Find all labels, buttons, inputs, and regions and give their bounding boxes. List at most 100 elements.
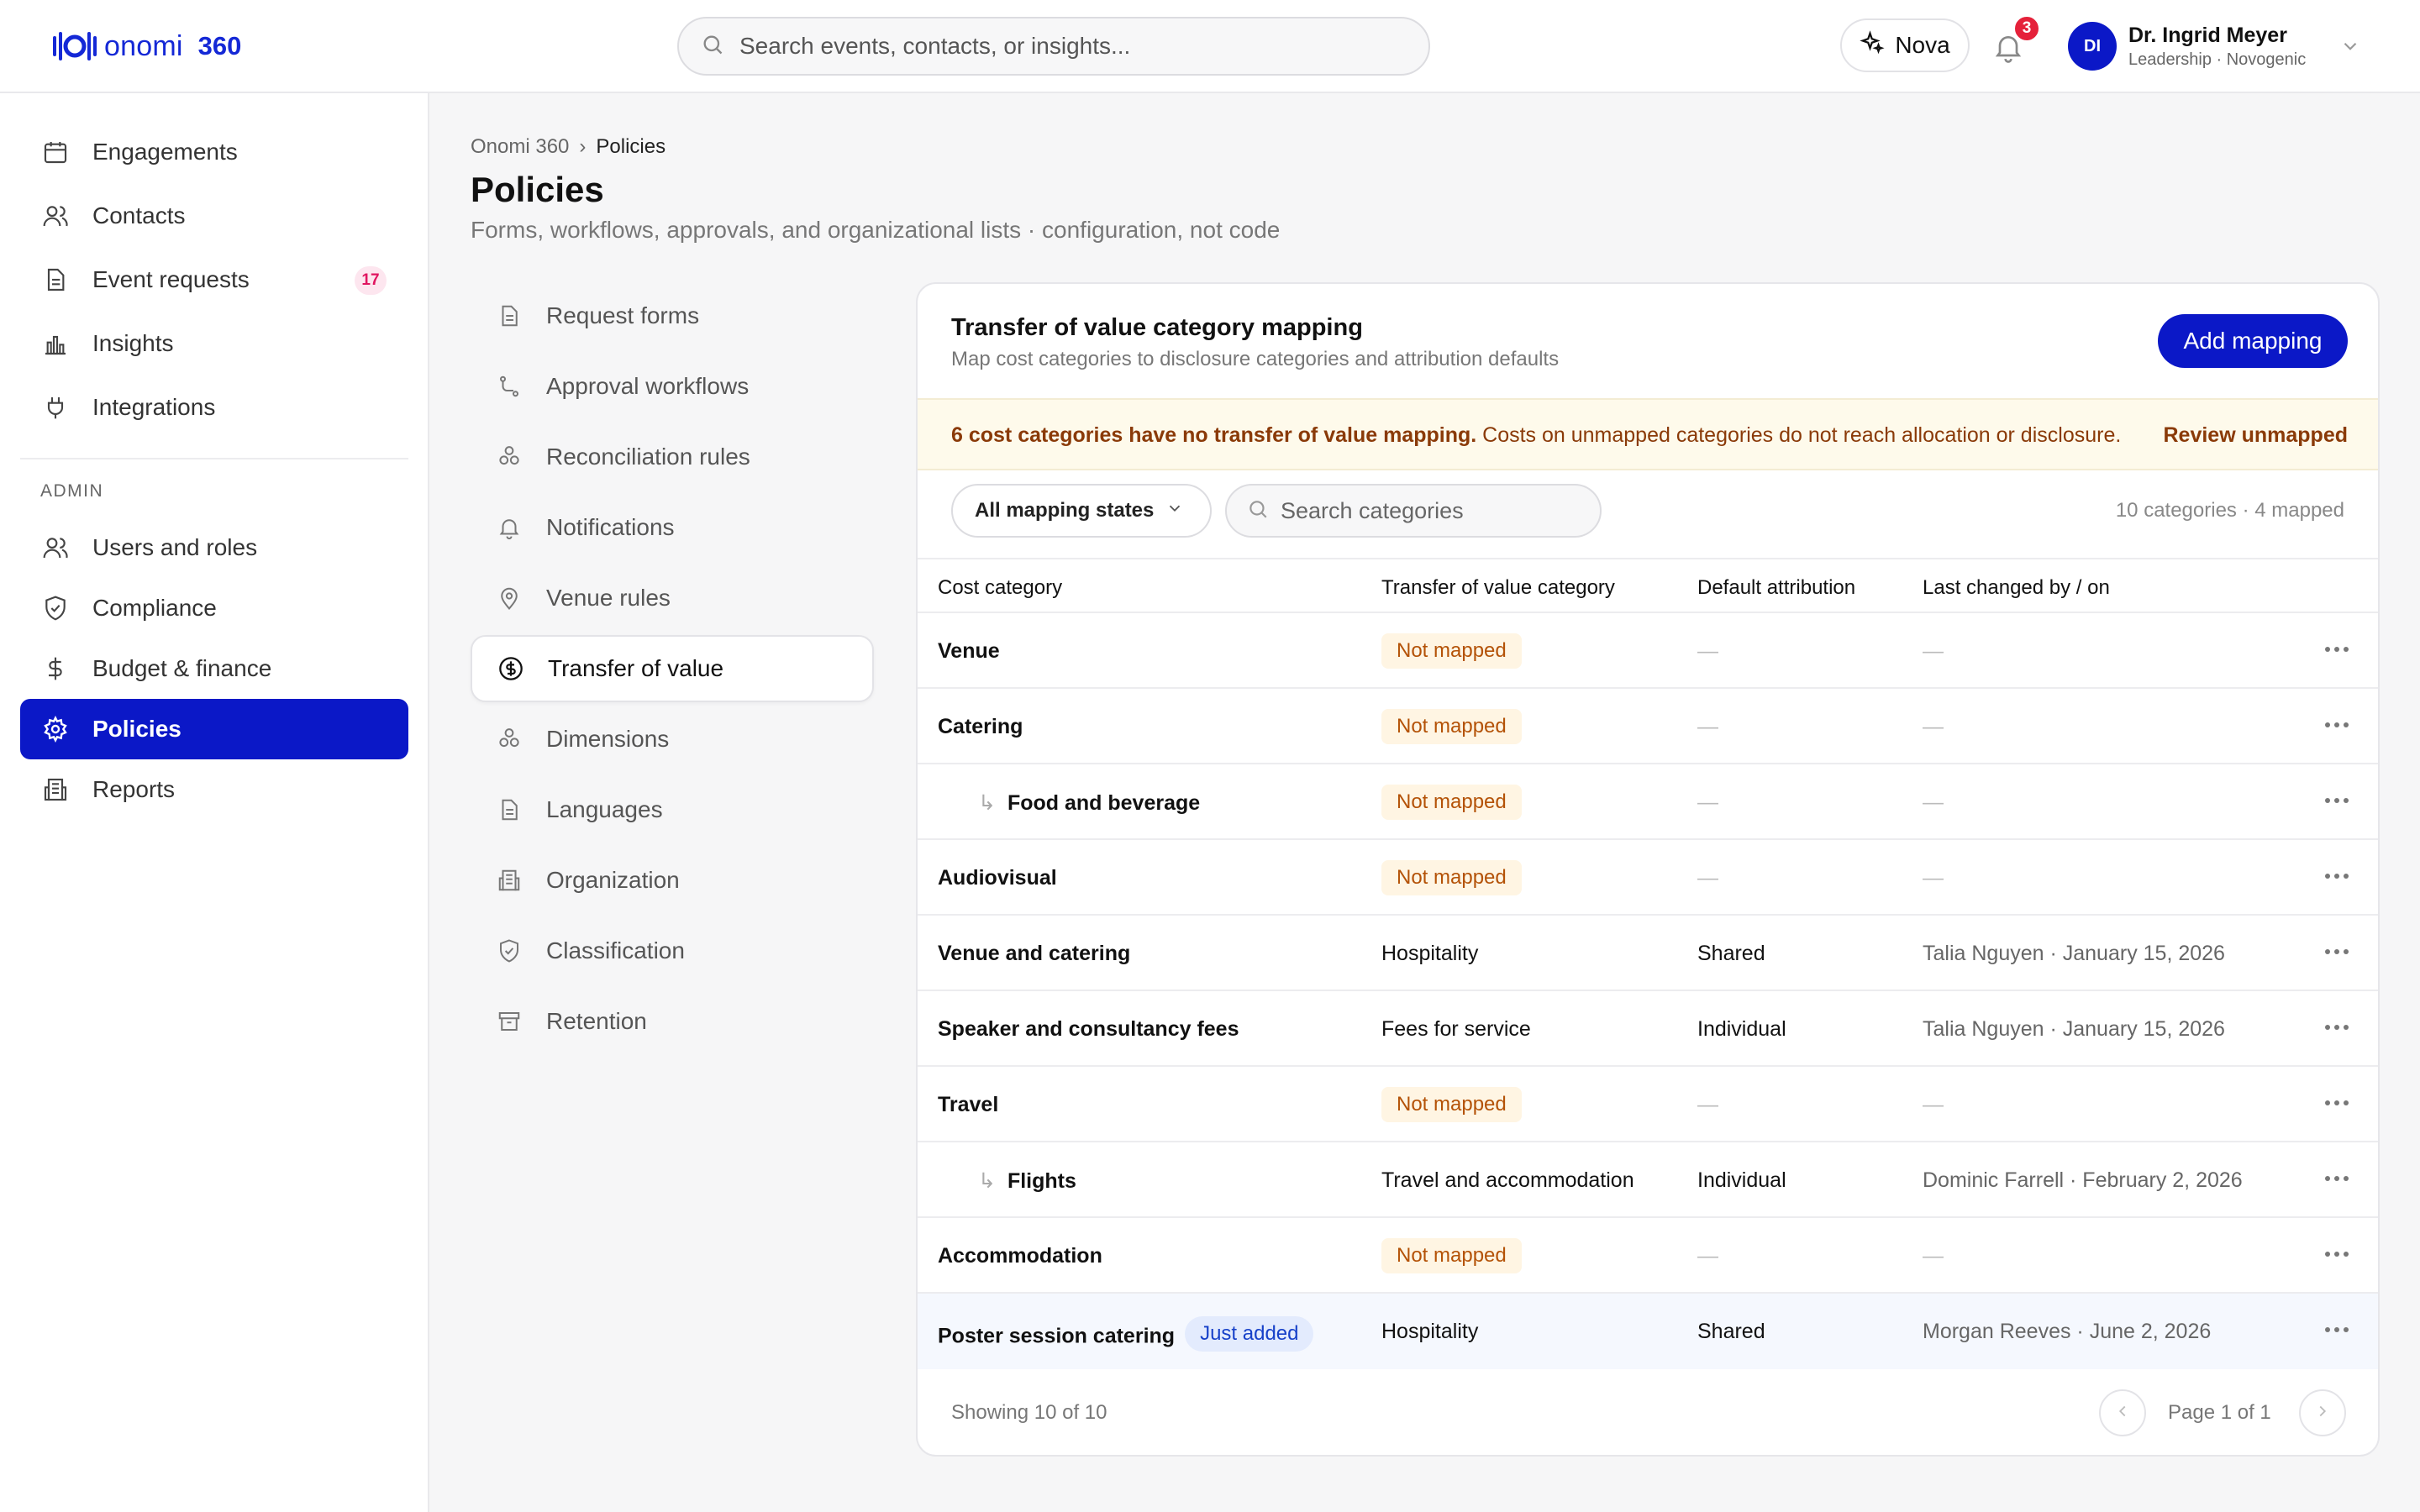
- subnav-request-forms[interactable]: Request forms: [471, 282, 874, 349]
- page-subtitle: Forms, workflows, approvals, and organiz…: [471, 217, 1281, 243]
- more-actions-icon[interactable]: [2323, 637, 2351, 662]
- gear-icon: [40, 714, 71, 744]
- sidebar-item-users-and-roles[interactable]: Users and roles: [20, 517, 408, 578]
- top-bar: onomi 360 Nova 3 DI Dr. Ingrid Meyer Lea…: [0, 0, 2420, 93]
- more-actions-icon[interactable]: [2323, 864, 2351, 889]
- blocks-icon: [494, 442, 524, 472]
- breadcrumb-root[interactable]: Onomi 360: [471, 135, 569, 159]
- add-mapping-button[interactable]: Add mapping: [2158, 314, 2348, 368]
- subnav-languages[interactable]: Languages: [471, 776, 874, 843]
- subnav-reconciliation-rules[interactable]: Reconciliation rules: [471, 423, 874, 491]
- table-header: Cost category Transfer of value category…: [918, 558, 2378, 613]
- more-actions-icon[interactable]: [2323, 1242, 2351, 1267]
- user-role: Leadership · Novogenic: [2128, 50, 2307, 69]
- table-row[interactable]: Catering Not mapped — —: [918, 689, 2378, 764]
- subnav-notifications[interactable]: Notifications: [471, 494, 874, 561]
- blocks-icon: [494, 724, 524, 754]
- last-changed-cell: —: [1923, 715, 1944, 738]
- nova-label: Nova: [1895, 32, 1950, 58]
- sidebar-item-policies[interactable]: Policies: [20, 699, 408, 759]
- sidebar-section-label: ADMIN: [40, 481, 104, 501]
- count-badge: 17: [355, 266, 387, 295]
- mapping-state-filter[interactable]: All mapping states: [951, 484, 1212, 538]
- cost-category-name: Speaker and consultancy fees: [938, 1017, 1239, 1041]
- filter-label: All mapping states: [975, 499, 1155, 522]
- last-changed-cell: Morgan Reeves · June 2, 2026: [1923, 1320, 2212, 1343]
- more-actions-icon[interactable]: [2323, 1015, 2351, 1040]
- subnav-label: Retention: [546, 1008, 647, 1034]
- table-row[interactable]: ↳ Food and beverage Not mapped — —: [918, 764, 2378, 840]
- cost-category-cell: Travel: [938, 1093, 998, 1117]
- subnav-dimensions[interactable]: Dimensions: [471, 706, 874, 773]
- table-row[interactable]: Speaker and consultancy fees Fees for ser…: [918, 991, 2378, 1067]
- sidebar-item-label: Compliance: [92, 595, 217, 621]
- more-actions-icon[interactable]: [2323, 712, 2351, 738]
- sidebar-item-label: Engagements: [92, 139, 238, 165]
- search-input[interactable]: [739, 33, 1395, 60]
- global-search[interactable]: [677, 17, 1430, 76]
- category-search-input[interactable]: [1281, 497, 1600, 524]
- tov-category-cell: Hospitality: [1381, 942, 1479, 965]
- subnav-retention[interactable]: Retention: [471, 988, 874, 1055]
- more-actions-icon[interactable]: [2323, 1166, 2351, 1191]
- column-header[interactable]: Cost category: [938, 576, 1062, 600]
- subnav-venue-rules[interactable]: Venue rules: [471, 564, 874, 632]
- table-row[interactable]: Venue and catering Hospitality Shared Talia…: [918, 916, 2378, 991]
- more-actions-icon[interactable]: [2323, 939, 2351, 964]
- page-title: Policies: [471, 170, 604, 209]
- warning-detail: Costs on unmapped categories do not reac…: [1476, 423, 2122, 447]
- table-row[interactable]: Travel Not mapped — —: [918, 1067, 2378, 1142]
- sidebar-item-label: Integrations: [92, 394, 216, 420]
- sidebar-item-reports[interactable]: Reports: [20, 759, 408, 820]
- table-row[interactable]: Accommodation Not mapped — —: [918, 1218, 2378, 1294]
- review-unmapped-link[interactable]: Review unmapped: [2164, 423, 2349, 448]
- subnav-approval-workflows[interactable]: Approval workflows: [471, 353, 874, 420]
- sidebar-item-budget-finance[interactable]: Budget & finance: [20, 638, 408, 699]
- shield-check-icon: [40, 593, 71, 623]
- nova-button[interactable]: Nova: [1840, 18, 1970, 72]
- sidebar-item-insights[interactable]: Insights: [20, 313, 408, 374]
- default-attribution-cell: —: [1697, 639, 1718, 663]
- subnav-organization[interactable]: Organization: [471, 847, 874, 914]
- more-actions-icon[interactable]: [2323, 1317, 2351, 1342]
- category-search[interactable]: [1225, 484, 1602, 538]
- cost-category-name: Accommodation: [938, 1244, 1102, 1268]
- not-mapped-badge: Not mapped: [1381, 709, 1522, 744]
- sidebar-item-label: Event requests: [92, 266, 250, 292]
- prev-page-button[interactable]: [2099, 1389, 2146, 1436]
- archive-icon: [494, 1006, 524, 1037]
- table-row[interactable]: ↳ Flights Travel and accommodation Individu…: [918, 1142, 2378, 1218]
- next-page-button[interactable]: [2299, 1389, 2346, 1436]
- last-changed-cell: Dominic Farrell · February 2, 2026: [1923, 1168, 2243, 1192]
- table-row[interactable]: Poster session catering Just added Hospita…: [918, 1294, 2378, 1369]
- last-changed-cell: —: [1923, 1244, 1944, 1268]
- sidebar-item-label: Users and roles: [92, 534, 258, 560]
- subnav-transfer-of-value[interactable]: Transfer of value: [471, 635, 874, 702]
- subnav-classification[interactable]: Classification: [471, 917, 874, 984]
- cost-category-cell: ↳ Food and beverage: [978, 790, 1200, 816]
- bell-icon: [494, 512, 524, 543]
- table-row[interactable]: Venue Not mapped — —: [918, 613, 2378, 689]
- avatar[interactable]: DI: [2068, 22, 2117, 71]
- column-header[interactable]: Last changed by / on: [1923, 576, 2110, 600]
- logo[interactable]: onomi 360: [50, 25, 241, 67]
- document-icon: [494, 301, 524, 331]
- unmapped-warning-banner: 6 cost categories have no transfer of va…: [918, 398, 2378, 470]
- sidebar-divider: [20, 458, 408, 459]
- more-actions-icon[interactable]: [2323, 788, 2351, 813]
- column-header[interactable]: Transfer of value category: [1381, 576, 1615, 600]
- column-header[interactable]: Default attribution: [1697, 576, 1855, 600]
- chevron-down-icon[interactable]: [2339, 35, 2361, 57]
- sidebar-item-event-requests[interactable]: Event requests 17: [20, 249, 408, 310]
- users-icon: [40, 533, 71, 563]
- sidebar-item-contacts[interactable]: Contacts: [20, 186, 408, 246]
- sidebar-item-compliance[interactable]: Compliance: [20, 578, 408, 638]
- sidebar-item-engagements[interactable]: Engagements: [20, 122, 408, 182]
- chevron-down-icon: [1165, 499, 1184, 523]
- sidebar-item-label: Policies: [92, 716, 182, 742]
- logo-text: onomi: [104, 29, 183, 62]
- sidebar-item-integrations[interactable]: Integrations: [20, 377, 408, 438]
- user-name[interactable]: Dr. Ingrid Meyer: [2128, 24, 2287, 48]
- more-actions-icon[interactable]: [2323, 1090, 2351, 1116]
- table-row[interactable]: Audiovisual Not mapped — —: [918, 840, 2378, 916]
